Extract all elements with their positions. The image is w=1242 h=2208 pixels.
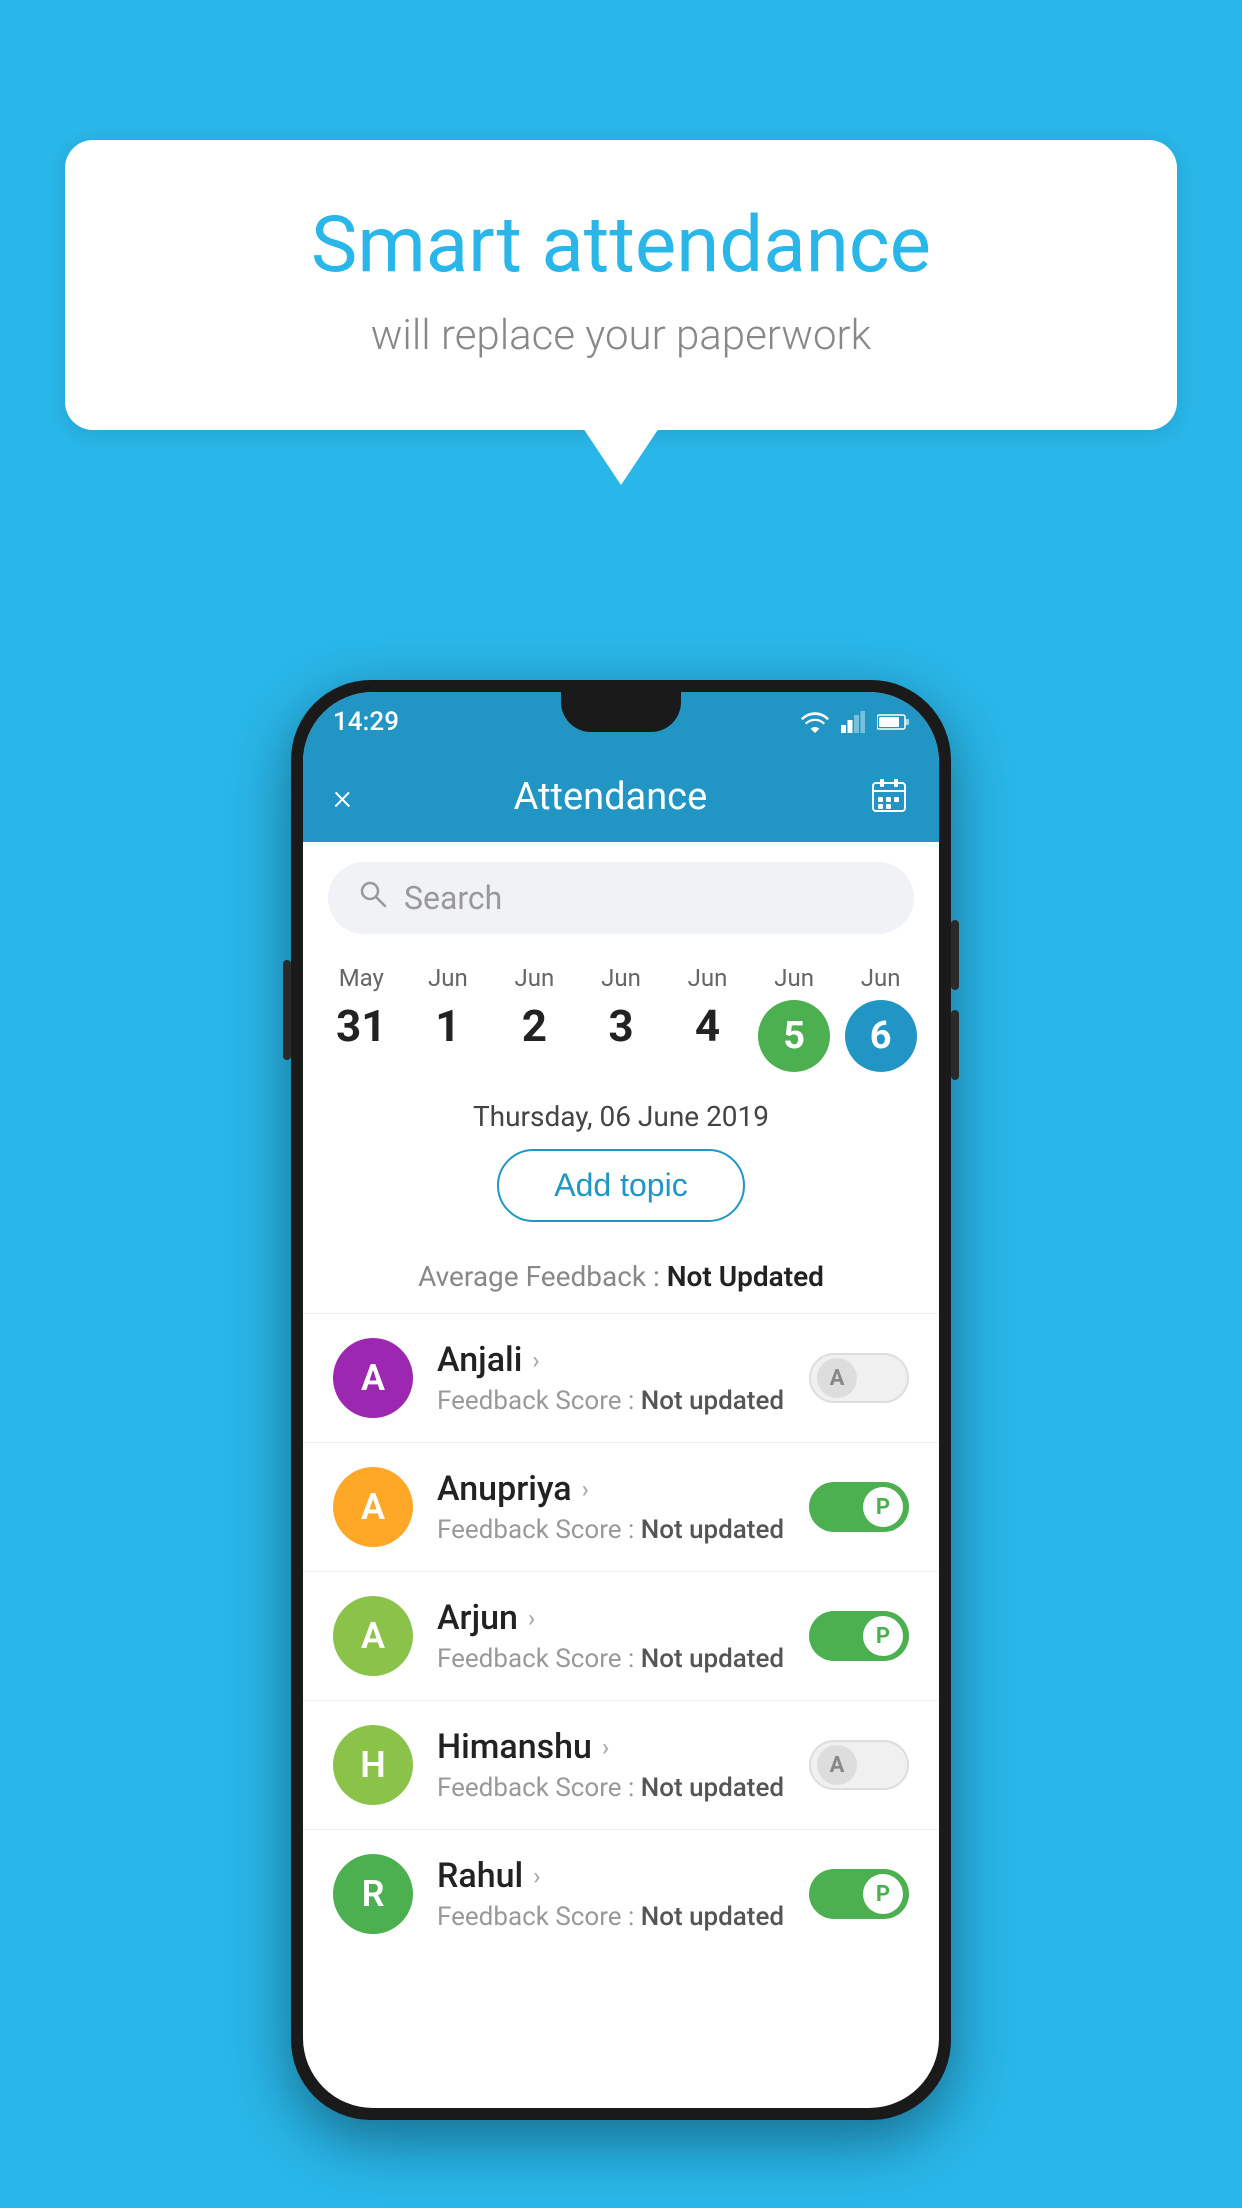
student-feedback: Feedback Score : Not updated	[437, 1515, 785, 1545]
student-name: Anupriya ›	[437, 1469, 785, 1509]
chevron-icon: ›	[582, 1475, 589, 1503]
date-cell-may31[interactable]: May 31	[321, 964, 401, 1072]
student-feedback: Feedback Score : Not updated	[437, 1386, 785, 1416]
status-bar: 14:29	[303, 692, 939, 752]
phone-screen: 14:29	[303, 692, 939, 2108]
student-info: Himanshu › Feedback Score : Not updated	[437, 1727, 785, 1803]
add-topic-button[interactable]: Add topic	[497, 1149, 744, 1222]
phone-frame: 14:29	[291, 680, 951, 2120]
chevron-icon: ›	[533, 1862, 540, 1890]
selected-date: Thursday, 06 June 2019	[303, 1072, 939, 1149]
student-avatar: A	[333, 1467, 413, 1547]
search-svg	[358, 879, 388, 909]
student-list: A Anjali › Feedback Score : Not updated …	[303, 1313, 939, 1958]
student-info: Rahul › Feedback Score : Not updated	[437, 1856, 785, 1932]
attendance-toggle[interactable]: A	[809, 1740, 909, 1790]
student-feedback: Feedback Score : Not updated	[437, 1644, 785, 1674]
student-item[interactable]: H Himanshu › Feedback Score : Not update…	[303, 1700, 939, 1829]
student-name: Himanshu ›	[437, 1727, 785, 1767]
search-icon	[358, 879, 388, 917]
toggle-knob: P	[863, 1487, 903, 1527]
student-name: Anjali ›	[437, 1340, 785, 1380]
chevron-icon: ›	[528, 1604, 535, 1632]
speech-bubble: Smart attendance will replace your paper…	[65, 140, 1177, 430]
volume-up-button	[951, 920, 959, 990]
attendance-toggle[interactable]: P	[809, 1482, 909, 1532]
student-avatar: A	[333, 1338, 413, 1418]
power-button	[283, 960, 291, 1060]
date-cell-jun3[interactable]: Jun 3	[581, 964, 661, 1072]
search-input[interactable]: Search	[328, 862, 914, 934]
speech-bubble-title: Smart attendance	[145, 200, 1097, 291]
chevron-icon: ›	[602, 1733, 609, 1761]
avg-feedback: Average Feedback : Not Updated	[303, 1250, 939, 1313]
speech-bubble-container: Smart attendance will replace your paper…	[65, 140, 1177, 430]
attendance-toggle[interactable]: P	[809, 1869, 909, 1919]
app-title: Attendance	[514, 775, 708, 819]
toggle-knob: P	[863, 1616, 903, 1656]
chevron-icon: ›	[532, 1346, 539, 1374]
date-cell-jun2[interactable]: Jun 2	[494, 964, 574, 1072]
volume-down-button	[951, 1010, 959, 1080]
date-cell-jun1[interactable]: Jun 1	[408, 964, 488, 1072]
close-button[interactable]: ×	[333, 776, 352, 818]
app-header: × Attendance	[303, 752, 939, 842]
student-feedback: Feedback Score : Not updated	[437, 1773, 785, 1803]
attendance-toggle[interactable]: A	[809, 1353, 909, 1403]
battery-icon	[877, 713, 909, 731]
student-name: Arjun ›	[437, 1598, 785, 1638]
student-info: Arjun › Feedback Score : Not updated	[437, 1598, 785, 1674]
status-time: 14:29	[333, 707, 399, 737]
student-avatar: A	[333, 1596, 413, 1676]
student-item[interactable]: A Anupriya › Feedback Score : Not update…	[303, 1442, 939, 1571]
date-cell-jun6[interactable]: Jun 6	[841, 964, 921, 1072]
calendar-svg	[869, 775, 909, 815]
student-info: Anupriya › Feedback Score : Not updated	[437, 1469, 785, 1545]
date-strip: May 31 Jun 1 Jun 2 Jun 3 Jun 4 Jun 5	[303, 944, 939, 1072]
wifi-icon	[801, 711, 829, 733]
phone-notch	[561, 692, 681, 732]
status-icons	[801, 711, 909, 733]
calendar-icon[interactable]	[869, 775, 909, 819]
toggle-knob: A	[817, 1358, 857, 1398]
attendance-toggle[interactable]: P	[809, 1611, 909, 1661]
signal-icon	[841, 711, 865, 733]
student-item[interactable]: R Rahul › Feedback Score : Not updated P	[303, 1829, 939, 1958]
search-bar: Search	[303, 842, 939, 944]
student-info: Anjali › Feedback Score : Not updated	[437, 1340, 785, 1416]
search-placeholder: Search	[404, 879, 502, 917]
date-cell-jun5[interactable]: Jun 5	[754, 964, 834, 1072]
student-avatar: H	[333, 1725, 413, 1805]
student-item[interactable]: A Anjali › Feedback Score : Not updated …	[303, 1313, 939, 1442]
toggle-knob: A	[817, 1745, 857, 1785]
student-name: Rahul ›	[437, 1856, 785, 1896]
toggle-knob: P	[863, 1874, 903, 1914]
date-cell-jun4[interactable]: Jun 4	[668, 964, 748, 1072]
speech-bubble-subtitle: will replace your paperwork	[145, 311, 1097, 360]
student-feedback: Feedback Score : Not updated	[437, 1902, 785, 1932]
student-item[interactable]: A Arjun › Feedback Score : Not updated P	[303, 1571, 939, 1700]
student-avatar: R	[333, 1854, 413, 1934]
